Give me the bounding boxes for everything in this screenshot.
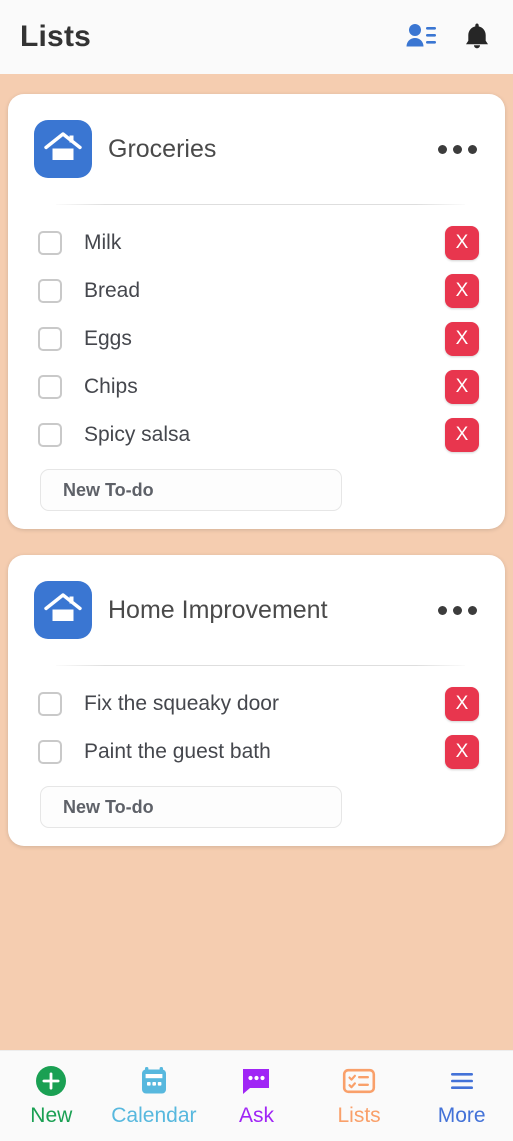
notifications-button[interactable] [463,21,491,54]
chat-bubble-icon [239,1063,273,1099]
list-card-header: Home Improvement [8,555,505,639]
tab-label-calendar: Calendar [111,1104,197,1127]
house-icon [43,130,83,169]
delete-todo-button[interactable]: X [445,274,479,308]
todo-label: Fix the squeaky door [84,692,279,715]
todo-label: Eggs [84,327,132,350]
todo-label: Chips [84,375,138,398]
page-title: Lists [20,20,92,53]
house-icon [43,591,83,630]
tab-more[interactable]: More [410,1063,513,1126]
todo-label: Milk [84,231,122,254]
todo-row: Spicy salsa X [8,411,505,459]
overflow-menu-icon[interactable] [428,139,479,160]
overflow-menu-icon[interactable] [428,600,479,621]
list-card: Home Improvement Fix the squeaky door X … [8,555,505,846]
list-card-header: Groceries [8,94,505,178]
tab-ask[interactable]: Ask [205,1063,308,1126]
tab-calendar[interactable]: Calendar [103,1063,206,1126]
contacts-button[interactable] [405,21,437,54]
list-title: Home Improvement [108,595,328,624]
todo-row: Chips X [8,363,505,411]
todo-row: Milk X [8,219,505,267]
contacts-person-list-icon [405,21,437,54]
todo-row: Bread X [8,267,505,315]
delete-todo-button[interactable]: X [445,226,479,260]
tab-new[interactable]: New [0,1063,103,1126]
lists-scroll-area[interactable]: Groceries Milk X Bread X Eggs X Chips X … [0,74,513,1050]
list-avatar [34,581,92,639]
calendar-icon [138,1063,170,1099]
todo-row: Paint the guest bath X [8,728,505,776]
delete-todo-button[interactable]: X [445,687,479,721]
todo-row: Fix the squeaky door X [8,680,505,728]
app-root: Lists Groceries Milk X Bread X Eggs X Ch… [0,0,513,1141]
todo-checkbox[interactable] [38,327,62,351]
delete-todo-button[interactable]: X [445,735,479,769]
bell-icon [463,21,491,54]
todo-label: Paint the guest bath [84,740,271,763]
list-card: Groceries Milk X Bread X Eggs X Chips X … [8,94,505,529]
todo-checkbox[interactable] [38,740,62,764]
todo-list: Fix the squeaky door X Paint the guest b… [8,666,505,776]
delete-todo-button[interactable]: X [445,418,479,452]
tab-label-new: New [30,1104,73,1127]
tab-lists[interactable]: Lists [308,1063,411,1126]
todo-checkbox[interactable] [38,692,62,716]
tab-label-more: More [437,1104,486,1127]
todo-checkbox[interactable] [38,375,62,399]
todo-checkbox[interactable] [38,423,62,447]
delete-todo-button[interactable]: X [445,370,479,404]
app-header: Lists [0,0,513,74]
header-actions [405,21,491,54]
todo-checkbox[interactable] [38,231,62,255]
checklist-icon [342,1063,376,1099]
todo-label: Bread [84,279,141,302]
tab-label-ask: Ask [238,1104,274,1127]
new-todo-input[interactable] [40,786,342,828]
new-todo-input[interactable] [40,469,342,511]
todo-row: Eggs X [8,315,505,363]
todo-label: Spicy salsa [84,423,191,446]
list-title: Groceries [108,134,217,163]
list-avatar [34,120,92,178]
todo-list: Milk X Bread X Eggs X Chips X Spicy sals… [8,205,505,459]
todo-checkbox[interactable] [38,279,62,303]
hamburger-menu-icon [446,1063,478,1099]
plus-circle-icon [34,1063,68,1099]
delete-todo-button[interactable]: X [445,322,479,356]
bottom-tab-bar: New Calendar Ask Lists More [0,1050,513,1141]
tab-label-lists: Lists [337,1104,381,1127]
